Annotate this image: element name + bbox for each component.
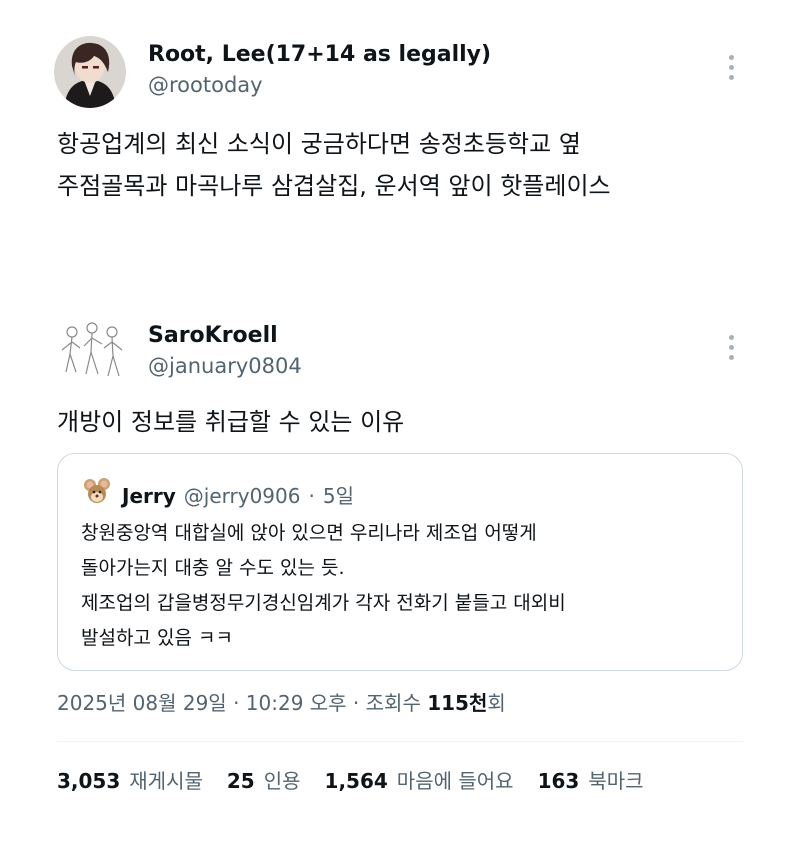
bookmarks-label: 북마크 (588, 769, 644, 793)
quoted-author-handle[interactable]: @jerry0906 (184, 484, 301, 508)
reply-author-handle[interactable]: @january0804 (148, 354, 302, 378)
retweets-label: 재게시물 (129, 769, 203, 793)
quoted-tweet-card[interactable]: Jerry @jerry0906 · 5일 창원중앙역 대합실에 앉아 있으면 … (57, 453, 743, 671)
tweet-text: 항공업계의 최신 소식이 궁금하다면 송정초등학교 옆 주점골목과 마곡나루 삼… (57, 130, 611, 200)
tweet-timestamp[interactable]: 2025년 08월 29일 · 10:29 오후 · 조회수 (57, 691, 427, 715)
quoted-author-name[interactable]: Jerry (122, 484, 176, 508)
reply-more-options-icon[interactable] (728, 335, 734, 360)
quotes-label: 인용 (263, 769, 301, 793)
views-suffix: 회 (487, 691, 506, 715)
reply-author-name[interactable]: SaroKroell (148, 323, 278, 348)
tweet-author-name[interactable]: Root, Lee(17+14 as legally) (148, 42, 491, 67)
retweets-count: 3,053 (57, 769, 121, 793)
tweet-author-handle[interactable]: @rootoday (148, 73, 263, 97)
reply-text: 개방이 정보를 취급할 수 있는 이유 (57, 408, 405, 436)
likes-count: 1,564 (324, 769, 388, 793)
likes-stat[interactable]: 1,564 마음에 들어요 (325, 765, 514, 794)
bookmarks-count: 163 (537, 769, 580, 793)
jerry-avatar (82, 476, 112, 506)
engagement-stats: 3,053 재게시물 25 인용 1,564 마음에 들어요 163 북마크 (57, 765, 644, 794)
views-count: 115천 (427, 691, 488, 715)
more-options-icon[interactable] (728, 55, 734, 80)
stats-divider (57, 741, 743, 742)
root-avatar[interactable] (54, 36, 126, 108)
sketch-figures-avatar-image (56, 318, 128, 390)
quoted-separator: · (308, 484, 315, 508)
quoted-age[interactable]: 5일 (323, 480, 354, 509)
bookmarks-stat[interactable]: 163 북마크 (538, 765, 644, 794)
cartoon-mouse-icon (84, 478, 110, 503)
sarokroell-avatar[interactable] (56, 318, 128, 390)
quotes-count: 25 (226, 769, 255, 793)
anime-character-avatar-image (54, 36, 126, 108)
tweet-timestamp-line: 2025년 08월 29일 · 10:29 오후 · 조회수 115천회 (57, 687, 506, 716)
likes-label: 마음에 들어요 (396, 769, 514, 793)
quotes-stat[interactable]: 25 인용 (227, 765, 301, 794)
retweets-stat[interactable]: 3,053 재게시물 (57, 765, 203, 794)
quoted-tweet-text: 창원중앙역 대합실에 앉아 있으면 우리나라 제조업 어떻게 돌아가는지 대충 … (81, 522, 566, 649)
